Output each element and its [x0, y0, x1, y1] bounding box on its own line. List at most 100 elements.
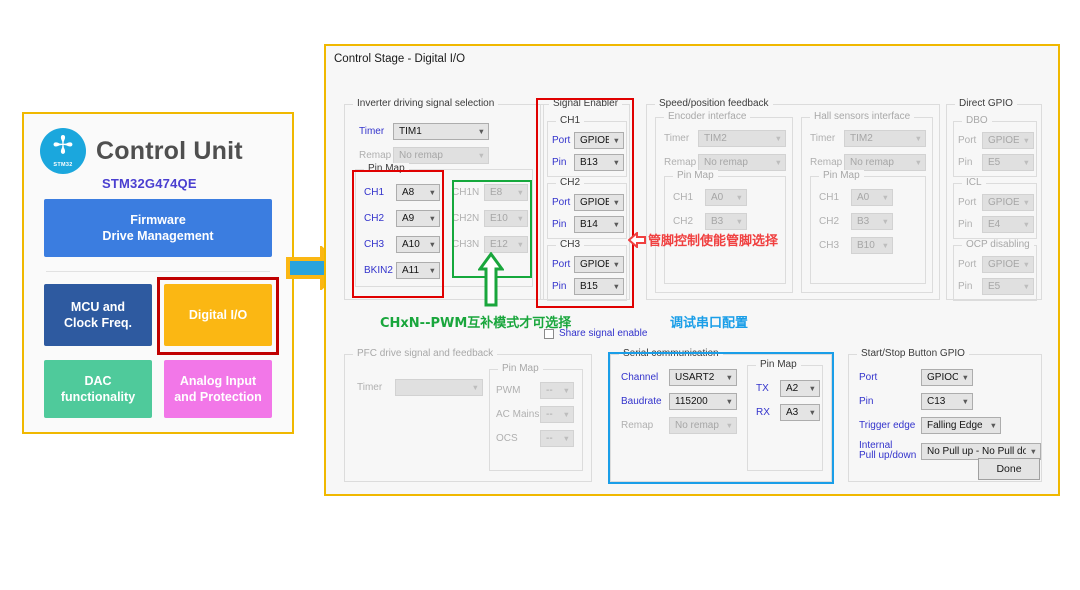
pin-value: E5 [988, 281, 1000, 292]
signal-enabler-ch2-pin-select[interactable]: B14 ▼ [574, 216, 624, 233]
chevron-down-icon: ▼ [1023, 260, 1030, 269]
signal-enabler-ch3-port-select[interactable]: GPIOB ▼ [574, 256, 624, 273]
inverter-bkin2-pin-select[interactable]: A11 ▼ [396, 262, 440, 279]
start-stop-pin-select[interactable]: C13 ▼ [921, 393, 973, 410]
group-hall-pin-map: Pin Map CH1 A0 ▼ CH2 B3 ▼ [810, 176, 926, 284]
pin-value: -- [546, 409, 553, 420]
direct-gpio-dbo-port-select[interactable]: GPIOE ▼ [982, 132, 1034, 149]
pfc-ocs-pin-select[interactable]: -- ▼ [540, 430, 574, 447]
chevron-down-icon: ▼ [882, 241, 889, 250]
signal-enabler-ch1-pin-select[interactable]: B13 ▼ [574, 154, 624, 171]
port-label: Port [958, 259, 982, 270]
pin-row-label: AC Mains [496, 409, 540, 420]
firmware-drive-management-button[interactable]: Firmware Drive Management [44, 199, 272, 257]
chevron-down-icon: ▼ [472, 383, 479, 392]
start-stop-port-select[interactable]: GPIOC ▼ [921, 369, 973, 386]
pin-value: B13 [580, 157, 598, 168]
start-stop-pull-select[interactable]: No Pull up - No Pull down ▼ [921, 443, 1041, 460]
chevron-down-icon: ▼ [990, 421, 997, 430]
inverter-ch1-pin-select[interactable]: A8 ▼ [396, 184, 440, 201]
direct-gpio-ocp-port-select[interactable]: GPIOE ▼ [982, 256, 1034, 273]
annotation-serial-config: 调试串口配置 [670, 312, 748, 331]
group-label: DBO [962, 115, 992, 126]
pin-value: E5 [988, 157, 1000, 168]
pfc-timer-select[interactable]: ▼ [395, 379, 483, 396]
hall-remap-label: Remap [810, 157, 844, 168]
group-direct-gpio-dbo: DBO Port GPIOE ▼ Pin E5 ▼ [953, 121, 1037, 177]
chevron-down-icon: ▼ [613, 158, 620, 167]
pin-value: E4 [988, 219, 1000, 230]
encoder-timer-label: Timer [664, 133, 698, 144]
group-label: CH1 [556, 115, 584, 126]
group-inverter-driving-signal: Inverter driving signal selection Timer … [344, 104, 544, 300]
encoder-ch1-pin-select[interactable]: A0 ▼ [705, 189, 747, 206]
inverter-ch2n-pin-select[interactable]: E10 ▼ [484, 210, 528, 227]
inverter-timer-select[interactable]: TIM1 ▼ [393, 123, 489, 140]
pfc-acmains-pin-select[interactable]: -- ▼ [540, 406, 574, 423]
dialog-title: Control Stage - Digital I/O [334, 53, 465, 65]
chevron-down-icon: ▼ [613, 260, 620, 269]
direct-gpio-dbo-pin-select[interactable]: E5 ▼ [982, 154, 1034, 171]
group-label: CH2 [556, 177, 584, 188]
inverter-ch3n-pin-select[interactable]: E12 ▼ [484, 236, 528, 253]
direct-gpio-ocp-pin-select[interactable]: E5 ▼ [982, 278, 1034, 295]
tile-digital-io[interactable]: Digital I/O [164, 284, 272, 346]
inverter-remap-select[interactable]: No remap ▼ [393, 147, 489, 164]
serial-baudrate-select[interactable]: 115200 ▼ [669, 393, 737, 410]
pin-row-label: CH3 [364, 239, 396, 250]
pin-row-label: OCS [496, 433, 540, 444]
direct-gpio-icl-pin-select[interactable]: E4 ▼ [982, 216, 1034, 233]
pin-value: E12 [490, 239, 508, 250]
chevron-down-icon: ▼ [1023, 220, 1030, 229]
share-signal-enable-label: Share signal enable [559, 328, 647, 339]
signal-enabler-ch1-port-select[interactable]: GPIOB ▼ [574, 132, 624, 149]
inverter-timer-label: Timer [359, 126, 393, 137]
tile-dac-functionality[interactable]: DAC functionality [44, 360, 152, 418]
hall-ch2-pin-select[interactable]: B3 ▼ [851, 213, 893, 230]
inverter-ch1n-pin-select[interactable]: E8 ▼ [484, 184, 528, 201]
digital-io-dialog: Control Stage - Digital I/O Inverter dri… [324, 44, 1060, 496]
done-button[interactable]: Done [978, 458, 1040, 480]
port-value: GPIOB [580, 197, 609, 208]
group-label: Pin Map [498, 363, 543, 374]
chevron-down-icon: ▼ [563, 434, 570, 443]
port-value: GPIOE [988, 197, 1019, 208]
pfc-pwm-pin-select[interactable]: -- ▼ [540, 382, 574, 399]
group-label: Inverter driving signal selection [353, 98, 498, 109]
chevron-down-icon: ▼ [1023, 198, 1030, 207]
chevron-down-icon: ▼ [517, 214, 524, 223]
pin-row-label: CH2 [819, 216, 851, 227]
serial-remap-select[interactable]: No remap ▼ [669, 417, 737, 434]
pin-label: Pin [958, 219, 982, 230]
serial-channel-select[interactable]: USART2 ▼ [669, 369, 737, 386]
hall-ch1-pin-select[interactable]: A0 ▼ [851, 189, 893, 206]
chevron-down-icon: ▼ [775, 134, 782, 143]
tile-label-line2: Clock Freq. [64, 315, 132, 331]
encoder-remap-select[interactable]: No remap ▼ [698, 154, 786, 171]
start-stop-trigger-select[interactable]: Falling Edge ▼ [921, 417, 1001, 434]
st-logo-icon: ✢ STM32 [40, 128, 86, 174]
inverter-ch2-pin-select[interactable]: A9 ▼ [396, 210, 440, 227]
chevron-down-icon: ▼ [726, 373, 733, 382]
hall-timer-label: Timer [810, 133, 844, 144]
hall-ch3-pin-select[interactable]: B10 ▼ [851, 237, 893, 254]
signal-enabler-ch3-pin-select[interactable]: B15 ▼ [574, 278, 624, 295]
encoder-timer-select[interactable]: TIM2 ▼ [698, 130, 786, 147]
chevron-down-icon: ▼ [736, 193, 743, 202]
group-signal-enabler-ch1: CH1 Port GPIOB ▼ Pin B13 ▼ [547, 121, 627, 177]
tile-mcu-clock-freq[interactable]: MCU and Clock Freq. [44, 284, 152, 346]
tile-analog-input-protection[interactable]: Analog Input and Protection [164, 360, 272, 418]
encoder-ch2-pin-select[interactable]: B3 ▼ [705, 213, 747, 230]
group-label: Encoder interface [664, 111, 750, 122]
group-direct-gpio-ocp-disabling: OCP disabling Port GPIOE ▼ Pin E5 ▼ [953, 245, 1037, 301]
serial-tx-pin-select[interactable]: A2 ▼ [780, 380, 820, 397]
st-logo-glyph: ✢ [53, 134, 74, 159]
serial-rx-pin-select[interactable]: A3 ▼ [780, 404, 820, 421]
control-unit-card: ✢ STM32 Control Unit STM32G474QE Firmwar… [22, 112, 294, 434]
inverter-ch3-pin-select[interactable]: A10 ▼ [396, 236, 440, 253]
signal-enabler-ch2-port-select[interactable]: GPIOB ▼ [574, 194, 624, 211]
port-label: Port [958, 197, 982, 208]
hall-remap-select[interactable]: No remap ▼ [844, 154, 926, 171]
hall-timer-select[interactable]: TIM2 ▼ [844, 130, 926, 147]
direct-gpio-icl-port-select[interactable]: GPIOE ▼ [982, 194, 1034, 211]
